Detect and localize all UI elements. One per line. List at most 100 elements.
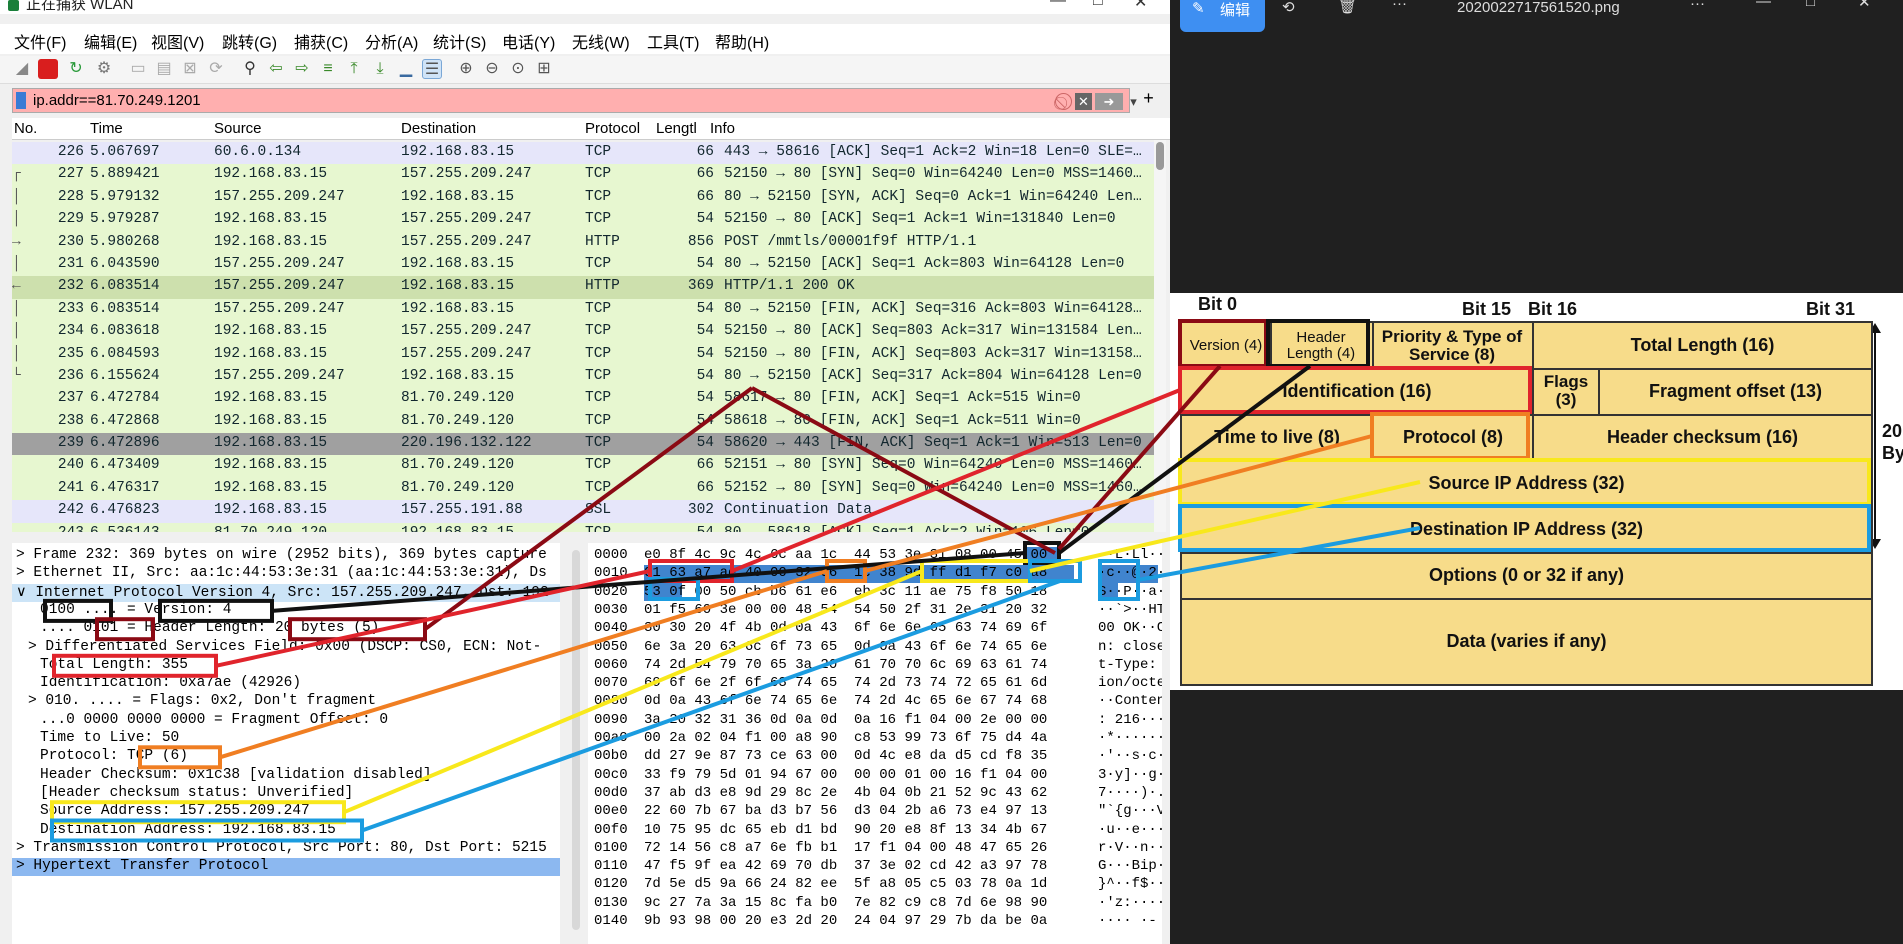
zoom-in-icon[interactable]: ⊕ <box>456 59 476 79</box>
hex-bytes[interactable]: e0 8f 4c 9c 4c 6c aa 1c 44 53 3e 31 08 0… <box>644 547 1047 563</box>
menu-tools[interactable]: 工具(T) <box>647 29 699 53</box>
minimize-button[interactable]: — <box>1050 0 1066 10</box>
colorize-icon[interactable]: ☰ <box>422 59 442 79</box>
packet-row[interactable]: 237 6.472784 192.168.83.15 81.70.249.120 TCP… <box>12 388 1160 411</box>
packet-row[interactable]: │ 228 5.979132 157.255.209.247 192.168.83.15… <box>12 186 1160 210</box>
detail-line[interactable]: > Hypertext Transfer Protocol <box>16 858 268 874</box>
col-source[interactable]: Source <box>214 120 262 137</box>
apply-filter-button[interactable]: ➜ <box>1095 93 1123 110</box>
menu-wireless[interactable]: 无线(W) <box>572 29 630 53</box>
menu-go[interactable]: 跳转(G) <box>222 29 277 53</box>
detail-line[interactable]: > Frame 232: 369 bytes on wire (2952 bit… <box>16 547 547 563</box>
hex-ascii[interactable]: r·V··n·· <box>1098 840 1162 856</box>
hex-ascii[interactable]: t-Type: <box>1098 657 1162 673</box>
packet-row[interactable]: │ 231 6.043590 157.255.209.247 192.168.83.15… <box>12 253 1160 277</box>
scrollbar-thumb[interactable] <box>572 550 580 930</box>
delete-icon[interactable]: 🗑 <box>1338 0 1357 15</box>
hex-bytes[interactable]: 22 60 7b 67 ba d3 b7 56 d3 04 2b a6 73 e… <box>644 803 1047 819</box>
col-length[interactable]: Lengtl <box>656 120 697 137</box>
menu-edit[interactable]: 编辑(E) <box>84 29 137 53</box>
hex-ascii[interactable]: ·'··s·c· <box>1098 748 1162 764</box>
go-back-icon[interactable]: ⇦ <box>266 59 286 79</box>
add-filter-button[interactable]: + <box>1140 89 1157 107</box>
hex-bytes[interactable]: 01 63 a7 ae 40 00 32 06 1c 38 9d ff d1 f… <box>644 565 1047 581</box>
hex-ascii[interactable]: ion/octe <box>1098 675 1162 691</box>
resize-columns-icon[interactable]: ⊞ <box>534 59 554 79</box>
packet-row[interactable]: ← 232 6.083514 157.255.209.247 192.168.83.15… <box>12 276 1160 299</box>
packet-row[interactable]: │ 229 5.979287 192.168.83.15 157.255.209.247… <box>12 209 1160 232</box>
hex-bytes[interactable]: 30 30 20 4f 4b 0d 0a 43 6f 6e 6e 65 63 7… <box>644 620 1047 636</box>
hex-ascii[interactable]: ·*······ <box>1098 730 1162 746</box>
detail-line[interactable]: Time to Live: 50 <box>40 730 179 746</box>
go-last-icon[interactable]: ⤓ <box>370 59 390 79</box>
display-filter-bar[interactable]: ip.addr==81.70.249.1201 ⃠ ✕ ➜ ▾ <box>12 88 1137 113</box>
hex-bytes[interactable]: 72 14 56 c8 a7 6e fb b1 17 f1 04 00 48 4… <box>644 840 1047 856</box>
hex-bytes[interactable]: 7d 5e d5 9a 66 24 82 ee 5f a8 05 c5 03 7… <box>644 876 1047 892</box>
menu-statistics[interactable]: 统计(S) <box>433 29 486 53</box>
hex-bytes[interactable]: 74 2d 54 79 70 65 3a 20 61 70 70 6c 69 6… <box>644 657 1047 673</box>
hex-bytes[interactable]: 01 f5 60 3e 00 00 48 54 54 50 2f 31 2e 3… <box>644 602 1047 618</box>
hex-ascii[interactable]: S··P··a· <box>1098 584 1162 600</box>
hex-ascii[interactable]: ··`>··HT <box>1098 602 1162 618</box>
detail-line[interactable]: Total Length: 355 <box>40 657 188 673</box>
hex-bytes[interactable]: 69 6f 6e 2f 6f 63 74 65 74 2d 73 74 72 6… <box>644 675 1047 691</box>
hex-ascii[interactable]: }^··f$·· <box>1098 876 1162 892</box>
open-file-icon[interactable]: ▭ <box>128 59 148 79</box>
detail-line[interactable]: > Transmission Control Protocol, Src Por… <box>16 840 547 856</box>
autoscroll-icon[interactable]: ▁ <box>396 59 416 79</box>
packet-row[interactable]: 241 6.476317 192.168.83.15 81.70.249.120 TCP… <box>12 477 1160 501</box>
col-protocol[interactable]: Protocol <box>585 120 640 137</box>
detail-line[interactable]: 0100 .... = Version: 4 <box>40 602 231 618</box>
close-file-icon[interactable]: ⊠ <box>180 59 200 79</box>
col-info[interactable]: Info <box>710 120 735 137</box>
hex-ascii[interactable]: ·c··@·2· <box>1098 565 1162 581</box>
packet-row[interactable]: │ 234 6.083618 192.168.83.15 157.255.209.247… <box>12 321 1160 344</box>
hex-ascii[interactable]: ··Conten <box>1098 693 1162 709</box>
rotate-icon[interactable]: ⟲ <box>1282 0 1295 16</box>
packet-row[interactable]: 240 6.473409 192.168.83.15 81.70.249.120 TCP… <box>12 455 1160 478</box>
close-button[interactable]: ✕ <box>1134 0 1147 12</box>
bookmark-icon[interactable] <box>16 92 26 109</box>
detail-line[interactable]: Destination Address: 192.168.83.15 <box>40 822 336 838</box>
hex-ascii[interactable]: 00 OK··C <box>1098 620 1162 636</box>
detail-line[interactable]: ...0 0000 0000 0000 = Fragment Offset: 0 <box>40 712 388 728</box>
maximize-button[interactable]: □ <box>1093 0 1103 10</box>
restart-capture-icon[interactable]: ↻ <box>66 59 86 79</box>
packet-row[interactable]: └ 236 6.155624 157.255.209.247 192.168.83.15… <box>12 365 1160 389</box>
detail-line[interactable]: > 010. .... = Flags: 0x2, Don't fragment <box>28 693 376 709</box>
packet-row[interactable]: ┌ 227 5.889421 192.168.83.15 157.255.209.247… <box>12 164 1160 187</box>
hex-bytes[interactable]: 10 75 95 dc 65 eb d1 bd 90 20 e8 8f 13 3… <box>644 822 1047 838</box>
col-time[interactable]: Time <box>90 120 123 137</box>
detail-line[interactable]: > Differentiated Services Field: 0x00 (D… <box>28 639 541 655</box>
more-options-icon[interactable]: ··· <box>1690 0 1705 12</box>
zoom-reset-icon[interactable]: ⊙ <box>508 59 528 79</box>
hex-ascii[interactable]: 3·y]··g· <box>1098 767 1162 783</box>
detail-line[interactable]: Source Address: 157.255.209.247 <box>40 803 310 819</box>
packet-list-scrollbar[interactable] <box>1154 140 1166 532</box>
hex-ascii[interactable]: ··L·Ll·· <box>1098 547 1162 563</box>
hex-bytes[interactable]: 47 f5 9f ea 42 69 70 db 37 3e 02 cd 42 a… <box>644 858 1047 874</box>
hex-ascii[interactable]: "`{g···V <box>1098 803 1162 819</box>
hex-ascii[interactable]: G···Bip· <box>1098 858 1162 874</box>
scrollbar-thumb[interactable] <box>1156 142 1164 170</box>
hex-bytes[interactable]: 37 ab d3 e8 9d 29 8c 2e 4b 04 0b 21 52 9… <box>644 785 1047 801</box>
menu-capture[interactable]: 捕获(C) <box>294 29 348 53</box>
hex-ascii[interactable]: : 216··· <box>1098 712 1162 728</box>
detail-line[interactable]: ∨ Internet Protocol Version 4, Src: 157.… <box>16 584 549 601</box>
packet-row[interactable]: 239 6.472896 192.168.83.15 220.196.132.122 T… <box>12 433 1160 456</box>
detail-line[interactable]: Protocol: TCP (6) <box>40 748 188 764</box>
capture-options-icon[interactable]: ⚙ <box>94 59 114 79</box>
menu-view[interactable]: 视图(V) <box>151 29 204 53</box>
menu-telephony[interactable]: 电话(Y) <box>502 29 555 53</box>
packet-row[interactable]: 242 6.476823 192.168.83.15 157.255.191.88 SS… <box>12 500 1160 523</box>
hex-bytes[interactable]: 3a 20 32 31 36 0d 0a 0d 0a 16 f1 04 00 2… <box>644 712 1047 728</box>
close-button[interactable]: ✕ <box>1858 0 1871 11</box>
menu-file[interactable]: 文件(F) <box>14 29 66 53</box>
edit-button[interactable]: ✎ 编辑 <box>1180 0 1265 32</box>
detail-line[interactable]: > Ethernet II, Src: aa:1c:44:53:3e:31 (a… <box>16 565 547 581</box>
hex-ascii[interactable]: n: close <box>1098 639 1162 655</box>
hex-bytes[interactable]: 33 f9 79 5d 01 94 67 00 00 00 01 00 16 f… <box>644 767 1047 783</box>
hex-bytes[interactable]: dd 27 9e 87 73 ce 63 00 0d 4c e8 da d5 c… <box>644 748 1047 764</box>
hex-ascii[interactable]: 7····)·. <box>1098 785 1162 801</box>
hex-bytes[interactable]: 9c 27 7a 3a 15 8c fa b0 7e 82 c9 c8 7d 6… <box>644 895 1047 911</box>
